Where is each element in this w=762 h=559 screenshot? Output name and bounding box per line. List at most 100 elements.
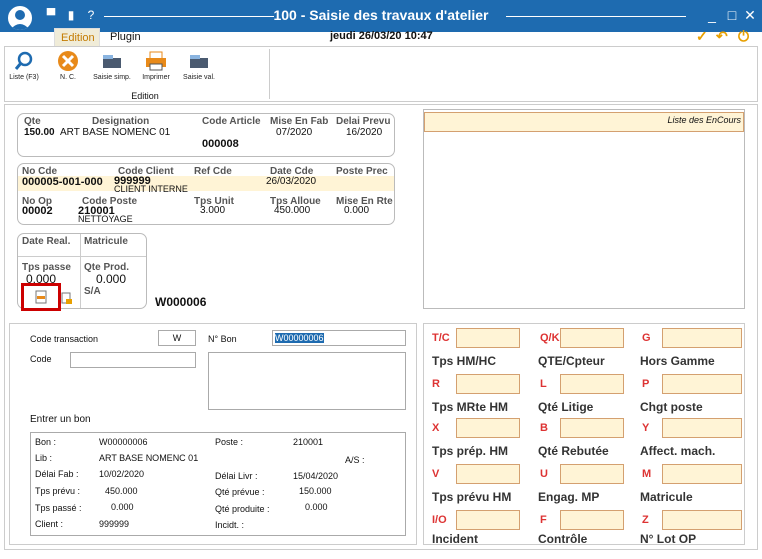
- key-v: V: [432, 468, 440, 480]
- qte-label: Qte: [24, 116, 41, 127]
- check-icon[interactable]: ✓: [696, 28, 708, 45]
- imprimer-button[interactable]: Imprimer: [139, 50, 173, 81]
- imprimer-label: Imprimer: [142, 74, 170, 81]
- field-io[interactable]: [456, 510, 520, 530]
- close-button[interactable]: ✕: [742, 6, 758, 24]
- field-g[interactable]: [662, 328, 742, 348]
- tps-unit-value: 3.000: [200, 205, 226, 216]
- window-title: 100 - Saisie des travaux d'atelier: [273, 7, 489, 23]
- undo-icon[interactable]: ↶: [716, 28, 728, 45]
- lib-value: ART BASE NOMENC 01: [99, 453, 199, 463]
- func-chgt-poste: Chgt poste: [640, 400, 703, 414]
- cancel-icon: [56, 50, 80, 72]
- saisie-val-label: Saisie val.: [183, 74, 215, 81]
- document-edit-icon[interactable]: [24, 286, 58, 308]
- field-u[interactable]: [560, 464, 624, 484]
- field-m[interactable]: [662, 464, 742, 484]
- mise-en-rte-value: 0.000: [344, 205, 370, 216]
- poste-label: Poste :: [215, 437, 244, 447]
- client-name: CLIENT INTERNE: [114, 184, 188, 194]
- key-u: U: [540, 468, 548, 480]
- liste-label: Liste (F3): [9, 74, 39, 81]
- delai-livr-label: Délai Livr :: [215, 471, 258, 481]
- encours-header: Liste des EnCours: [424, 112, 744, 132]
- key-r: R: [432, 378, 440, 390]
- field-f[interactable]: [560, 510, 624, 530]
- realisation-hrule: [18, 256, 146, 257]
- qte-prod-value: 0.000: [96, 272, 127, 286]
- lib-label: Lib :: [35, 453, 53, 463]
- entrer-bon-label: Entrer un bon: [30, 414, 91, 425]
- field-p[interactable]: [662, 374, 742, 394]
- key-x: X: [432, 422, 440, 434]
- bon-value: W00000006: [99, 437, 148, 447]
- key-qk: Q/K: [540, 332, 560, 344]
- key-tc: T/C: [432, 332, 450, 344]
- search-icon: [12, 50, 36, 72]
- code-transaction-input[interactable]: W: [158, 330, 196, 346]
- bon-textarea[interactable]: [208, 352, 406, 410]
- saisie-val-button[interactable]: Saisie val.: [179, 50, 219, 81]
- ribbon: Liste (F3) N. C. Saisie simp. Imprimer S…: [4, 46, 758, 102]
- tps-passe-detail-label: Tps passé :: [35, 503, 82, 513]
- field-l[interactable]: [560, 374, 624, 394]
- field-v[interactable]: [456, 464, 520, 484]
- encours-list[interactable]: Liste des EnCours: [423, 109, 745, 309]
- field-y[interactable]: [662, 418, 742, 438]
- commande-box: No Cde 000005-001-000 Code Client 999999…: [17, 163, 395, 225]
- scanner-icon: [100, 50, 124, 72]
- transaction-panel: Code transaction W N° Bon W00000006 Code…: [9, 323, 417, 545]
- key-m: M: [642, 468, 652, 480]
- func-hors-gamme: Hors Gamme: [640, 354, 715, 368]
- tab-plugin[interactable]: Plugin: [104, 28, 150, 46]
- power-icon[interactable]: ⏻: [738, 28, 749, 45]
- delai-fab-value: 10/02/2020: [99, 469, 145, 479]
- poste-value: 210001: [293, 437, 324, 447]
- ribbon-separator: [269, 49, 270, 99]
- poste-name: NETTOYAGE: [78, 214, 133, 224]
- lock-icon[interactable]: [61, 291, 73, 305]
- field-qk[interactable]: [560, 328, 624, 348]
- title-rule-right: [506, 16, 686, 17]
- qte-produite-value: 0.000: [305, 502, 328, 512]
- func-tps-mrte-hm: Tps MRte HM: [432, 400, 508, 414]
- printer-icon: [144, 50, 168, 72]
- tab-edition[interactable]: Edition: [54, 28, 100, 46]
- func-incident: Incident: [432, 532, 479, 546]
- func-affect-mach: Affect. mach.: [640, 444, 716, 458]
- field-x[interactable]: [456, 418, 520, 438]
- designation-label: Designation: [92, 116, 150, 127]
- key-p: P: [642, 378, 650, 390]
- qte-prevue-label: Qté prévue :: [215, 487, 265, 497]
- n-bon-input[interactable]: W00000006: [272, 330, 406, 346]
- field-tc[interactable]: [456, 328, 520, 348]
- code-input[interactable]: [70, 352, 196, 368]
- minimize-button[interactable]: _: [704, 6, 720, 24]
- field-r[interactable]: [456, 374, 520, 394]
- func-qte-rebutee: Qté Rebutée: [538, 444, 609, 458]
- key-y: Y: [642, 422, 650, 434]
- field-z[interactable]: [662, 510, 742, 530]
- incidt-label: Incidt. :: [215, 520, 245, 530]
- nc-label: N. C.: [60, 74, 76, 81]
- nc-button[interactable]: N. C.: [55, 50, 81, 81]
- no-op-value: 00002: [22, 205, 53, 217]
- no-cde-value: 000005-001-000: [22, 176, 103, 188]
- saisie-simp-button[interactable]: Saisie simp.: [91, 50, 133, 81]
- saisie-simp-label: Saisie simp.: [93, 74, 131, 81]
- func-controle: Contrôle: [538, 532, 588, 546]
- n-bon-label: N° Bon: [208, 334, 237, 344]
- field-b[interactable]: [560, 418, 624, 438]
- delai-livr-value: 15/04/2020: [293, 471, 339, 481]
- delai-fab-label: Délai Fab :: [35, 469, 79, 479]
- qte-prevue-value: 150.000: [299, 486, 332, 496]
- date-cde-value: 26/03/2020: [266, 176, 317, 187]
- n-bon-value: W00000006: [275, 333, 324, 343]
- key-g: G: [642, 332, 651, 344]
- liste-button[interactable]: Liste (F3): [9, 50, 39, 81]
- date-real-label: Date Real.: [22, 236, 71, 247]
- date-time: jeudi 26/03/20 10:47: [330, 30, 433, 42]
- key-l: L: [540, 378, 547, 390]
- maximize-button[interactable]: □: [724, 6, 740, 24]
- article-box: Qte 150.00 Designation ART BASE NOMENC 0…: [17, 113, 395, 157]
